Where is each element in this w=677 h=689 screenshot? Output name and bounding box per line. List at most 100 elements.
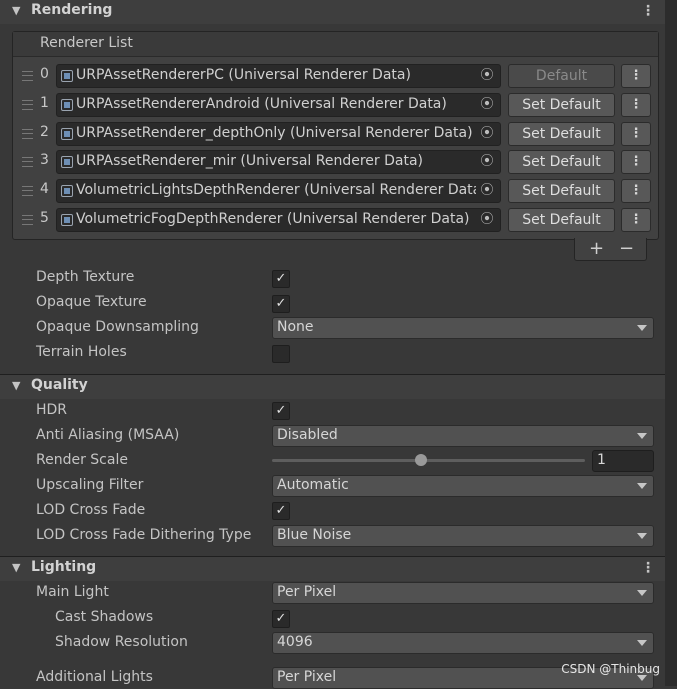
shadow-resolution-label: Shadow Resolution bbox=[55, 634, 188, 650]
collapse-triangle-icon[interactable]: ▼ bbox=[12, 379, 20, 392]
list-add-remove: + − bbox=[574, 238, 647, 261]
renderer-name: VolumetricLightsDepthRenderer (Universal… bbox=[76, 182, 487, 198]
chevron-down-icon bbox=[637, 483, 647, 489]
depth-texture-checkbox[interactable]: ✓ bbox=[272, 270, 290, 288]
lod-cross-fade-checkbox[interactable]: ✓ bbox=[272, 502, 290, 520]
drag-handle-icon[interactable] bbox=[22, 129, 33, 139]
scriptable-object-icon bbox=[61, 128, 73, 140]
cast-shadows-checkbox[interactable]: ✓ bbox=[272, 610, 290, 628]
renderer-index: 5 bbox=[40, 210, 49, 226]
upscaling-filter-dropdown[interactable]: Automatic bbox=[272, 475, 654, 497]
opaque-texture-label: Opaque Texture bbox=[36, 294, 147, 310]
object-picker-icon[interactable]: ⦿ bbox=[476, 65, 498, 87]
drag-handle-icon[interactable] bbox=[22, 215, 33, 225]
drag-handle-icon[interactable] bbox=[22, 157, 33, 167]
set-default-button[interactable]: Set Default bbox=[508, 93, 615, 117]
remove-renderer-button[interactable]: − bbox=[619, 238, 634, 260]
cast-shadows-label: Cast Shadows bbox=[55, 609, 154, 625]
row-menu-button[interactable]: ⋮ bbox=[621, 208, 651, 232]
hdr-checkbox[interactable]: ✓ bbox=[272, 402, 290, 420]
add-renderer-button[interactable]: + bbox=[589, 238, 604, 260]
object-picker-icon[interactable]: ⦿ bbox=[476, 151, 498, 173]
scrollbar[interactable] bbox=[665, 0, 677, 686]
row-menu-button[interactable]: ⋮ bbox=[621, 150, 651, 174]
renderer-object-field[interactable]: URPAssetRendererAndroid (Universal Rende… bbox=[56, 93, 501, 117]
object-picker-icon[interactable]: ⦿ bbox=[476, 209, 498, 231]
scriptable-object-icon bbox=[61, 70, 73, 82]
renderer-row: 2 URPAssetRenderer_depthOnly (Universal … bbox=[13, 120, 658, 148]
rendering-section-header[interactable]: ▼ Rendering ⋮ bbox=[0, 0, 665, 24]
dropdown-value: None bbox=[277, 319, 314, 335]
scriptable-object-icon bbox=[61, 185, 73, 197]
renderer-object-field[interactable]: URPAssetRenderer_depthOnly (Universal Re… bbox=[56, 122, 501, 146]
renderer-row: 4 VolumetricLightsDepthRenderer (Univers… bbox=[13, 177, 658, 205]
dropdown-value: Blue Noise bbox=[277, 527, 352, 543]
renderer-index: 1 bbox=[40, 95, 49, 111]
collapse-triangle-icon[interactable]: ▼ bbox=[12, 561, 20, 574]
drag-handle-icon[interactable] bbox=[22, 100, 33, 110]
row-menu-button[interactable]: ⋮ bbox=[621, 93, 651, 117]
hdr-label: HDR bbox=[36, 402, 68, 418]
default-button: Default bbox=[508, 64, 615, 88]
set-default-button[interactable]: Set Default bbox=[508, 208, 615, 232]
main-light-label: Main Light bbox=[36, 584, 109, 600]
set-default-button[interactable]: Set Default bbox=[508, 150, 615, 174]
set-default-button[interactable]: Set Default bbox=[508, 179, 615, 203]
kebab-menu-icon[interactable]: ⋮ bbox=[641, 560, 655, 576]
terrain-holes-label: Terrain Holes bbox=[36, 344, 127, 360]
drag-handle-icon[interactable] bbox=[22, 186, 33, 196]
section-title: Rendering bbox=[31, 2, 113, 18]
scriptable-object-icon bbox=[61, 156, 73, 168]
renderer-list-header: Renderer List bbox=[13, 32, 658, 57]
lighting-section-header[interactable]: ▼ Lighting ⋮ bbox=[0, 556, 665, 581]
dropdown-value: Disabled bbox=[277, 427, 338, 443]
chevron-down-icon bbox=[637, 325, 647, 331]
opaque-downsampling-dropdown[interactable]: None bbox=[272, 317, 654, 339]
renderer-index: 3 bbox=[40, 152, 49, 168]
render-scale-slider-track[interactable] bbox=[272, 459, 585, 462]
renderer-name: URPAssetRenderer_depthOnly (Universal Re… bbox=[76, 125, 473, 141]
renderer-name: URPAssetRendererAndroid (Universal Rende… bbox=[76, 96, 447, 112]
terrain-holes-checkbox[interactable] bbox=[272, 345, 290, 363]
lod-cross-fade-label: LOD Cross Fade bbox=[36, 502, 146, 518]
lod-dither-dropdown[interactable]: Blue Noise bbox=[272, 525, 654, 547]
object-picker-icon[interactable]: ⦿ bbox=[476, 94, 498, 116]
renderer-index: 2 bbox=[40, 124, 49, 140]
chevron-down-icon bbox=[637, 590, 647, 596]
set-default-button[interactable]: Set Default bbox=[508, 122, 615, 146]
main-light-dropdown[interactable]: Per Pixel bbox=[272, 582, 654, 604]
scriptable-object-icon bbox=[61, 99, 73, 111]
opaque-texture-checkbox[interactable]: ✓ bbox=[272, 295, 290, 313]
drag-handle-icon[interactable] bbox=[22, 71, 33, 81]
renderer-object-field[interactable]: URPAssetRendererPC (Universal Renderer D… bbox=[56, 64, 501, 88]
object-picker-icon[interactable]: ⦿ bbox=[476, 180, 498, 202]
depth-texture-label: Depth Texture bbox=[36, 269, 135, 285]
renderer-object-field[interactable]: VolumetricLightsDepthRenderer (Universal… bbox=[56, 179, 501, 203]
row-menu-button[interactable]: ⋮ bbox=[621, 64, 651, 88]
additional-lights-label: Additional Lights bbox=[36, 669, 153, 685]
render-scale-value: 1 bbox=[597, 452, 606, 468]
render-scale-slider-thumb[interactable] bbox=[415, 454, 427, 466]
object-picker-icon[interactable]: ⦿ bbox=[476, 123, 498, 145]
opaque-downsampling-label: Opaque Downsampling bbox=[36, 319, 199, 335]
watermark-text: CSDN @Thinbug bbox=[561, 662, 660, 676]
renderer-object-field[interactable]: URPAssetRenderer_mir (Universal Renderer… bbox=[56, 150, 501, 174]
lod-dither-label: LOD Cross Fade Dithering Type bbox=[36, 527, 252, 543]
row-menu-button[interactable]: ⋮ bbox=[621, 122, 651, 146]
dropdown-value: Per Pixel bbox=[277, 584, 337, 600]
renderer-row: 3 URPAssetRenderer_mir (Universal Render… bbox=[13, 148, 658, 176]
renderer-object-field[interactable]: VolumetricFogDepthRenderer (Universal Re… bbox=[56, 208, 501, 232]
quality-section-header[interactable]: ▼ Quality bbox=[0, 374, 665, 399]
collapse-triangle-icon[interactable]: ▼ bbox=[12, 4, 20, 17]
shadow-resolution-dropdown[interactable]: 4096 bbox=[272, 632, 654, 654]
anti-aliasing-label: Anti Aliasing (MSAA) bbox=[36, 427, 180, 443]
renderer-list: Renderer List 0 URPAssetRendererPC (Univ… bbox=[12, 31, 659, 240]
render-scale-input[interactable]: 1 bbox=[592, 450, 654, 472]
anti-aliasing-dropdown[interactable]: Disabled bbox=[272, 425, 654, 447]
renderer-name: URPAssetRendererPC (Universal Renderer D… bbox=[76, 67, 411, 83]
row-menu-button[interactable]: ⋮ bbox=[621, 179, 651, 203]
dropdown-value: Per Pixel bbox=[277, 669, 337, 685]
renderer-list-title: Renderer List bbox=[40, 35, 133, 51]
kebab-menu-icon[interactable]: ⋮ bbox=[641, 3, 655, 19]
chevron-down-icon bbox=[637, 640, 647, 646]
